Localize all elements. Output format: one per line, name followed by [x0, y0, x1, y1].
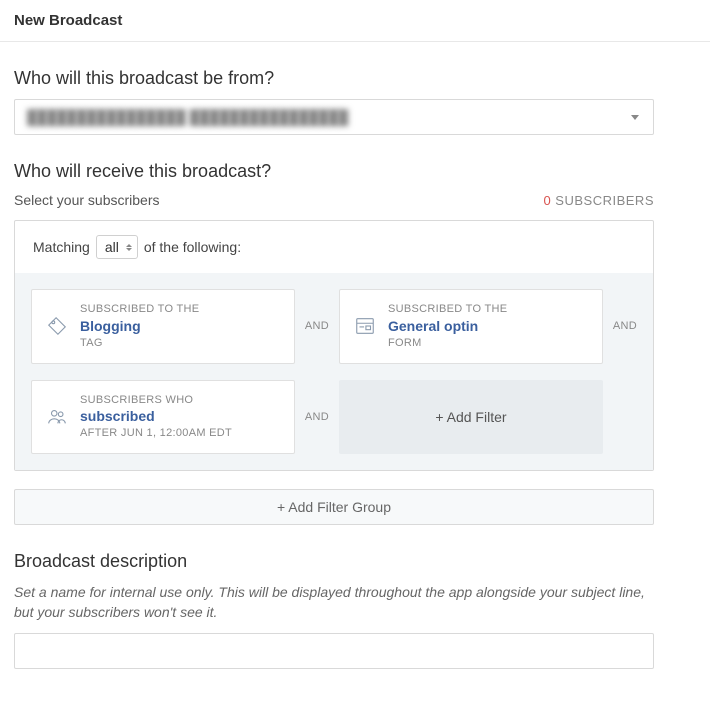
filter-value: subscribed [80, 407, 232, 426]
and-label: AND [305, 289, 329, 364]
filter-value: General optin [388, 317, 507, 336]
and-label: AND [613, 289, 637, 364]
filter-grid: SUBSCRIBED TO THE Blogging TAG AND SUBSC… [15, 273, 653, 470]
filter-card-form[interactable]: SUBSCRIBED TO THE General optin FORM [339, 289, 603, 364]
filter-value: Blogging [80, 317, 199, 336]
sort-icon [126, 244, 132, 251]
matching-mode-select[interactable]: all [96, 235, 138, 259]
from-heading: Who will this broadcast be from? [14, 68, 696, 89]
filter-line3: TAG [80, 336, 199, 351]
recipients-subrow: Select your subscribers 0 SUBSCRIBERS [14, 192, 654, 208]
subscriber-count: 0 SUBSCRIBERS [543, 193, 654, 208]
and-label: AND [305, 380, 329, 455]
form-icon [352, 315, 378, 337]
from-selected-value: ████████████████ ████████████████ [27, 109, 348, 125]
description-heading: Broadcast description [14, 551, 696, 572]
tag-icon [44, 315, 70, 337]
filter-line1: SUBSCRIBED TO THE [388, 302, 507, 317]
filter-line1: SUBSCRIBERS WHO [80, 393, 232, 408]
add-filter-group-button[interactable]: + Add Filter Group [14, 489, 654, 525]
chevron-down-icon [631, 115, 639, 120]
from-dropdown[interactable]: ████████████████ ████████████████ [14, 99, 654, 135]
add-filter-group-label: + Add Filter Group [277, 499, 391, 515]
select-subscribers-label: Select your subscribers [14, 192, 160, 208]
filter-group: Matching all of the following: SUBSCRIBE… [14, 220, 654, 471]
subscriber-count-label: SUBSCRIBERS [555, 193, 654, 208]
filter-card-tag[interactable]: SUBSCRIBED TO THE Blogging TAG [31, 289, 295, 364]
subscriber-count-number: 0 [543, 193, 551, 208]
matching-prefix: Matching [33, 239, 90, 255]
matching-bar: Matching all of the following: [15, 221, 653, 273]
page-header: New Broadcast [0, 0, 710, 42]
description-hint: Set a name for internal use only. This w… [14, 582, 654, 623]
spacer [613, 380, 637, 455]
description-input[interactable] [14, 633, 654, 669]
recipients-heading: Who will receive this broadcast? [14, 161, 696, 182]
add-filter-button[interactable]: + Add Filter [339, 380, 603, 455]
filter-card-subscribers[interactable]: SUBSCRIBERS WHO subscribed AFTER JUN 1, … [31, 380, 295, 455]
filter-line3: AFTER JUN 1, 12:00AM EDT [80, 426, 232, 441]
matching-suffix: of the following: [144, 239, 241, 255]
matching-mode-value: all [105, 239, 119, 255]
add-filter-label: + Add Filter [435, 409, 506, 425]
filter-line1: SUBSCRIBED TO THE [80, 302, 199, 317]
people-icon [44, 406, 70, 428]
filter-line3: FORM [388, 336, 507, 351]
page-title: New Broadcast [14, 12, 696, 29]
